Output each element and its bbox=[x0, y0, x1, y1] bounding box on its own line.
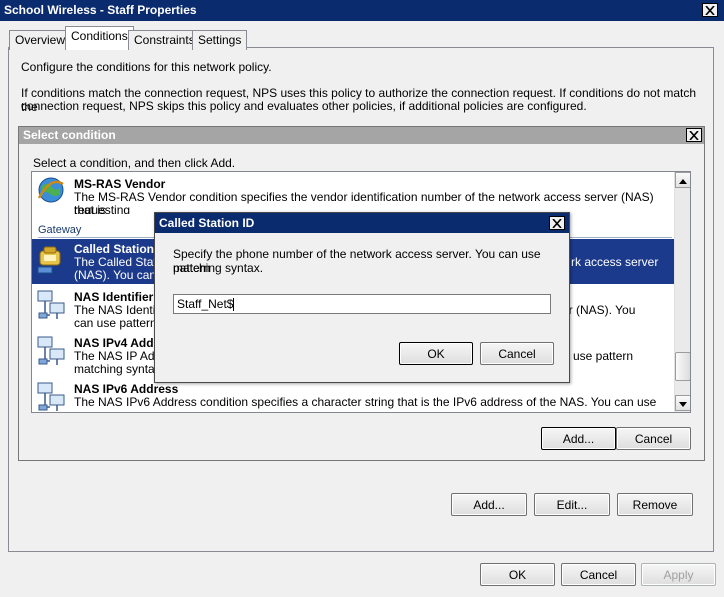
footer-cancel-label: Cancel bbox=[579, 567, 618, 582]
list-item-desc: use pattern bbox=[573, 349, 634, 363]
select-condition-title-bar: Select condition bbox=[19, 127, 704, 144]
called-station-ok-label: OK bbox=[427, 346, 445, 361]
select-condition-cancel-label: Cancel bbox=[634, 431, 673, 446]
scroll-up-button[interactable] bbox=[675, 172, 690, 188]
network-computers-icon bbox=[36, 335, 66, 367]
window-close-button[interactable] bbox=[702, 3, 718, 17]
text-cursor bbox=[233, 298, 235, 312]
arrow-down-icon bbox=[679, 396, 687, 410]
footer-ok-button[interactable]: OK bbox=[480, 563, 555, 586]
close-icon bbox=[689, 130, 699, 140]
footer-cancel-button[interactable]: Cancel bbox=[561, 563, 636, 586]
tab-settings-label: Settings bbox=[198, 33, 242, 47]
tab-conditions[interactable]: Conditions bbox=[65, 26, 134, 50]
called-station-cancel-button[interactable]: Cancel bbox=[480, 342, 554, 365]
network-computers-icon bbox=[36, 289, 66, 321]
scroll-down-button[interactable] bbox=[675, 395, 690, 411]
conditions-add-label: Add... bbox=[473, 497, 505, 512]
window-title-bar: School Wireless - Staff Properties bbox=[0, 0, 724, 21]
list-item-desc: rk access server bbox=[571, 255, 659, 269]
list-item-desc: (NAS). You can bbox=[74, 268, 157, 282]
select-condition-add-button[interactable]: Add... bbox=[541, 427, 616, 450]
network-computers-icon bbox=[36, 381, 66, 412]
tab-constraints-label: Constraints bbox=[134, 33, 195, 47]
window-title: School Wireless - Staff Properties bbox=[4, 3, 197, 17]
footer-apply-label: Apply bbox=[663, 567, 694, 582]
conditions-description-2: connection request, NPS skips this polic… bbox=[21, 99, 587, 113]
list-item-desc: can use pattern bbox=[74, 316, 157, 330]
called-station-prompt-2: matching syntax. bbox=[173, 261, 264, 275]
group-header-gateway: Gateway bbox=[38, 224, 82, 236]
conditions-edit-label: Edit... bbox=[556, 497, 588, 512]
conditions-remove-label: Remove bbox=[632, 497, 678, 512]
list-item-desc: er (NAS). You bbox=[562, 303, 636, 317]
called-station-title-bar: Called Station ID bbox=[155, 213, 569, 233]
select-condition-title: Select condition bbox=[23, 128, 116, 142]
tab-conditions-label: Conditions bbox=[71, 29, 128, 43]
called-station-title: Called Station ID bbox=[159, 216, 255, 230]
tab-overview-label: Overview bbox=[15, 33, 66, 47]
arrow-up-icon bbox=[679, 173, 687, 187]
called-station-input-value: Staff_Net$ bbox=[177, 297, 234, 311]
conditions-edit-button[interactable]: Edit... bbox=[534, 493, 610, 516]
list-item-desc: matching syntax bbox=[74, 362, 161, 376]
condition-list-scrollbar[interactable] bbox=[674, 172, 690, 412]
close-icon bbox=[705, 5, 715, 15]
conditions-add-button[interactable]: Add... bbox=[451, 493, 527, 516]
footer-apply-button[interactable]: Apply bbox=[641, 563, 716, 586]
phone-network-icon bbox=[36, 243, 66, 275]
conditions-remove-button[interactable]: Remove bbox=[617, 493, 693, 516]
called-station-ok-button[interactable]: OK bbox=[399, 342, 473, 365]
select-condition-cancel-button[interactable]: Cancel bbox=[616, 427, 691, 450]
select-condition-add-label: Add... bbox=[562, 431, 595, 446]
close-icon bbox=[552, 218, 562, 228]
select-condition-instruction: Select a condition, and then click Add. bbox=[33, 156, 236, 170]
tab-constraints[interactable]: Constraints bbox=[128, 30, 201, 50]
called-station-cancel-label: Cancel bbox=[498, 346, 536, 361]
tab-settings[interactable]: Settings bbox=[192, 30, 248, 50]
select-condition-close-button[interactable] bbox=[686, 128, 702, 142]
tab-overview[interactable]: Overview bbox=[9, 30, 72, 50]
called-station-close-button[interactable] bbox=[549, 216, 565, 230]
footer-ok-label: OK bbox=[508, 567, 527, 582]
globe-connection-icon bbox=[35, 174, 67, 206]
called-station-input[interactable]: Staff_Net$ bbox=[173, 294, 551, 314]
called-station-id-dialog: Called Station ID Specify the phone numb… bbox=[154, 212, 570, 383]
conditions-intro: Configure the conditions for this networ… bbox=[21, 60, 272, 74]
list-item-desc: The NAS IPv6 Address condition specifies… bbox=[74, 395, 657, 409]
scroll-thumb[interactable] bbox=[675, 352, 690, 381]
